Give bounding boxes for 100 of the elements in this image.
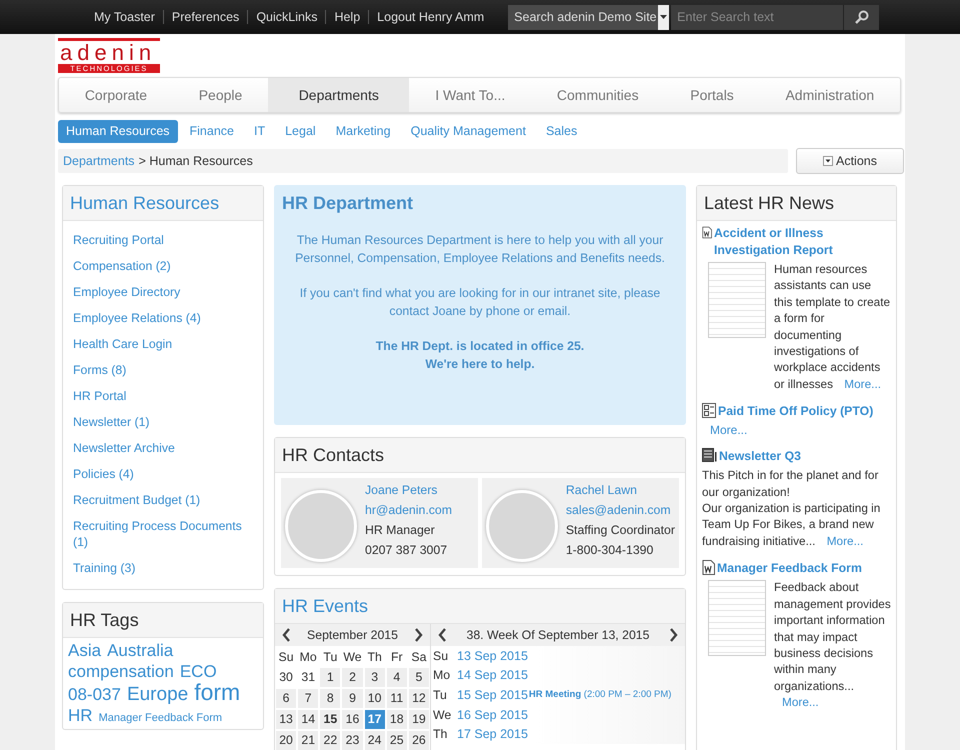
news-title-link[interactable]: Manager Feedback Form [717, 560, 862, 578]
calendar-day[interactable]: 25 [386, 731, 407, 750]
sidebar-link[interactable]: Training (3) [73, 555, 253, 581]
search-field[interactable]: Enter Search text [671, 4, 844, 30]
calendar-day[interactable]: 11 [386, 689, 407, 708]
sidebar-link[interactable]: Health Care Login [73, 331, 253, 357]
sidebar-link[interactable]: HR Portal [73, 383, 253, 409]
panel-title: HR Events [275, 589, 685, 624]
calendar-day[interactable]: 20 [276, 731, 296, 750]
email-link[interactable]: hr@adenin.com [365, 502, 452, 518]
calendar-day[interactable]: 4 [386, 668, 407, 687]
calendar-day[interactable]: 24 [364, 731, 385, 750]
search-scope-field[interactable]: Search adenin Demo Site [508, 4, 658, 30]
weekday-label: Th [366, 649, 383, 666]
more-link[interactable]: More... [782, 695, 819, 710]
sub-nav-tab[interactable]: Finance [182, 120, 242, 143]
calendar-day[interactable]: 23 [342, 731, 363, 750]
top-bar-link[interactable]: Preferences [164, 10, 248, 24]
sidebar-link[interactable]: Recruiting Process Documents (1) [73, 513, 253, 555]
search-button[interactable] [843, 4, 880, 30]
more-link[interactable]: More... [826, 534, 864, 548]
news-title-link[interactable]: Accident or Illness Investigation Report [714, 225, 891, 259]
calendar-day[interactable]: 6 [276, 689, 296, 708]
sub-nav-tab[interactable]: Quality Management [402, 120, 534, 143]
sidebar-link[interactable]: Newsletter (1) [73, 409, 253, 435]
calendar-day[interactable]: 10 [364, 689, 385, 708]
calendar-day[interactable]: 5 [408, 668, 429, 687]
calendar-day[interactable]: 16 [342, 710, 363, 729]
calendar-day[interactable]: 14 [298, 710, 318, 729]
sub-nav-tab[interactable]: IT [246, 120, 274, 143]
contact-phone: 0207 387 3007 [365, 542, 448, 558]
calendar-day[interactable]: 19 [408, 710, 429, 729]
main-nav-tab[interactable]: Administration [760, 78, 900, 112]
sidebar-link[interactable]: Employee Relations (4) [73, 305, 253, 331]
tag-link[interactable]: HR [68, 705, 93, 726]
more-link[interactable]: More... [844, 376, 882, 391]
sidebar-link[interactable]: Compensation (2) [73, 253, 253, 279]
news-text: Feedback about management provides important information that may impact business decisions within many organizations... More... [774, 579, 891, 711]
date-link[interactable]: 16 Sep 2015 [457, 708, 528, 722]
date-link[interactable]: 15 Sep 2015 [457, 688, 528, 702]
sidebar-link[interactable]: Recruitment Budget (1) [73, 487, 253, 513]
main-nav-tab[interactable]: Portals [664, 78, 760, 112]
tag-link[interactable]: Manager Feedback Form [98, 708, 222, 729]
calendar-day[interactable]: 17 [364, 710, 385, 729]
actions-button[interactable]: Actions [796, 148, 904, 174]
main-nav-tab[interactable]: Corporate [59, 78, 173, 112]
tag-link[interactable]: compensation [68, 661, 174, 682]
tag-link[interactable]: ECO [180, 661, 217, 682]
calendar-day[interactable]: 3 [364, 668, 385, 687]
main-nav-tab[interactable]: Communities [531, 78, 664, 112]
news-text: This Pitch in for the planet and for our organization! Our organization is participating in Team Up For Bikes, a brand new fundraising initiative... More... [702, 467, 882, 550]
top-bar-link[interactable]: Help [326, 10, 370, 24]
weekday-label: Mo [433, 668, 451, 682]
date-link[interactable]: 17 Sep 2015 [457, 727, 528, 742]
news-title-link[interactable]: Paid Time Off Policy (PTO) [718, 403, 874, 420]
sub-nav-tab[interactable]: Marketing [328, 120, 399, 143]
date-link[interactable]: 14 Sep 2015 [457, 668, 528, 682]
sub-nav-tab[interactable]: Legal [277, 120, 324, 143]
tag-link[interactable]: Europe [126, 684, 188, 705]
main-nav-tab[interactable]: I Want To... [409, 78, 532, 112]
sidebar-link[interactable]: Forms (8) [73, 357, 253, 383]
calendar-day[interactable]: 26 [408, 731, 429, 750]
main-nav-tab[interactable]: Departments [268, 78, 410, 112]
sidebar-link[interactable]: Employee Directory [73, 279, 253, 305]
calendar-day[interactable]: 15 [320, 710, 340, 729]
calendar-day[interactable]: 9 [342, 689, 363, 708]
sub-nav-tab[interactable]: Sales [538, 120, 586, 143]
calendar-day[interactable]: 18 [386, 710, 407, 729]
event-link[interactable]: HR Meeting (2:00 PM – 2:00 PM) [528, 689, 672, 700]
weekday-label: Tu [322, 649, 338, 666]
calendar-day[interactable]: 12 [408, 689, 429, 708]
sidebar-link[interactable]: Policies (4) [73, 461, 253, 487]
email-link[interactable]: sales@adenin.com [566, 502, 675, 518]
sidebar-link[interactable]: Recruiting Portal [73, 227, 253, 253]
top-bar-link[interactable]: Logout Henry Amm [369, 10, 492, 24]
news-title-link[interactable]: Newsletter Q3 [719, 448, 802, 466]
calendar-day[interactable]: 2 [342, 668, 363, 687]
date-link[interactable]: 13 Sep 2015 [457, 648, 528, 663]
sub-nav-tab[interactable]: Human Resources [58, 120, 178, 143]
calendar-day[interactable]: 7 [298, 689, 318, 708]
calendar-day[interactable]: 8 [320, 689, 340, 708]
main-nav-tab[interactable]: People [172, 78, 268, 112]
calendar-day[interactable]: 22 [320, 731, 340, 750]
calendar-day[interactable]: 21 [298, 731, 318, 750]
sidebar-link[interactable]: Newsletter Archive [73, 435, 253, 461]
scope-dropdown-button[interactable] [658, 4, 670, 30]
breadcrumb-link[interactable]: Departments [63, 154, 135, 168]
tag-link[interactable]: form [194, 682, 240, 703]
calendar-day[interactable]: 13 [276, 710, 296, 729]
tag-link[interactable]: Asia [68, 640, 102, 661]
top-bar-link[interactable]: My Toaster [86, 10, 164, 24]
tag-link[interactable]: 08-037 [68, 684, 121, 705]
calendar-day[interactable]: 1 [320, 668, 340, 687]
more-link[interactable]: More... [710, 423, 748, 438]
contact-name-link[interactable]: Joane Peters [365, 482, 452, 498]
top-bar-link[interactable]: QuickLinks [248, 10, 326, 24]
department-text: If you can't find what you are looking for in our intranet site, please contact Joane by phone or email. [298, 285, 662, 320]
weekday-label: Su [433, 648, 450, 663]
tag-link[interactable]: Australia [107, 640, 174, 661]
contact-name-link[interactable]: Rachel Lawn [566, 482, 675, 498]
